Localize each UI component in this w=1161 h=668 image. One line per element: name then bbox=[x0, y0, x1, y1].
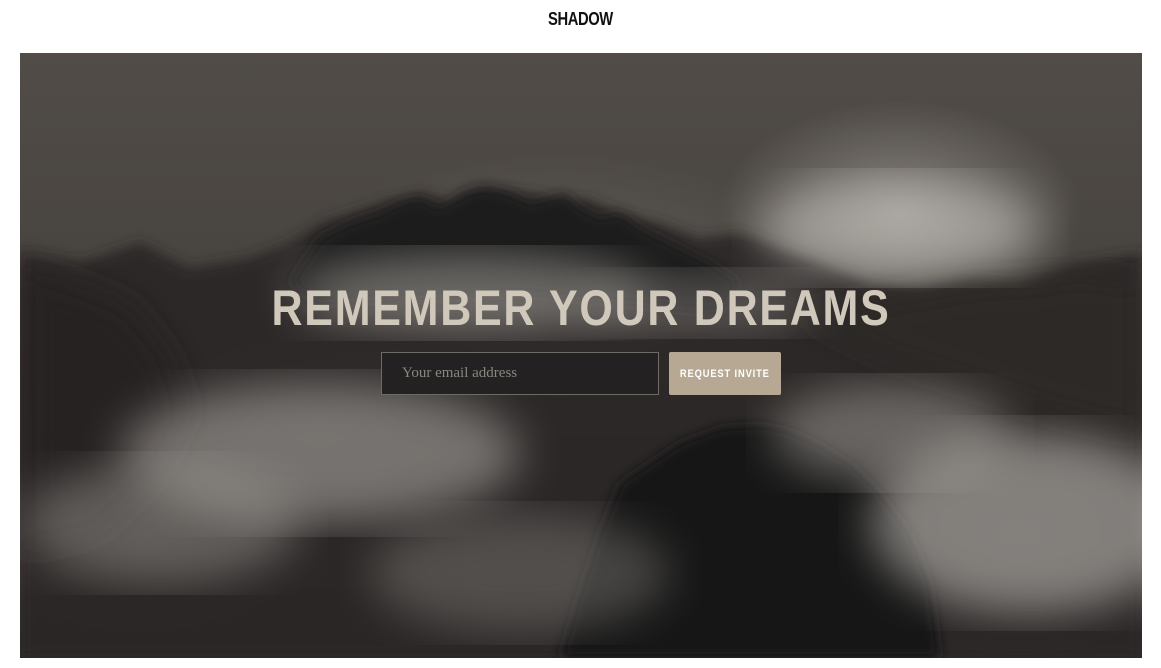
hero-section: REMEMBER YOUR DREAMS REQUEST INVITE bbox=[20, 53, 1142, 658]
hero-headline: REMEMBER YOUR DREAMS bbox=[271, 280, 891, 336]
site-logo[interactable]: SHADOW bbox=[104, 9, 1056, 30]
top-bar: SHADOW bbox=[0, 0, 1161, 53]
request-invite-label: REQUEST INVITE bbox=[680, 367, 770, 380]
request-invite-button[interactable]: REQUEST INVITE bbox=[669, 352, 781, 395]
email-input[interactable] bbox=[381, 352, 659, 395]
